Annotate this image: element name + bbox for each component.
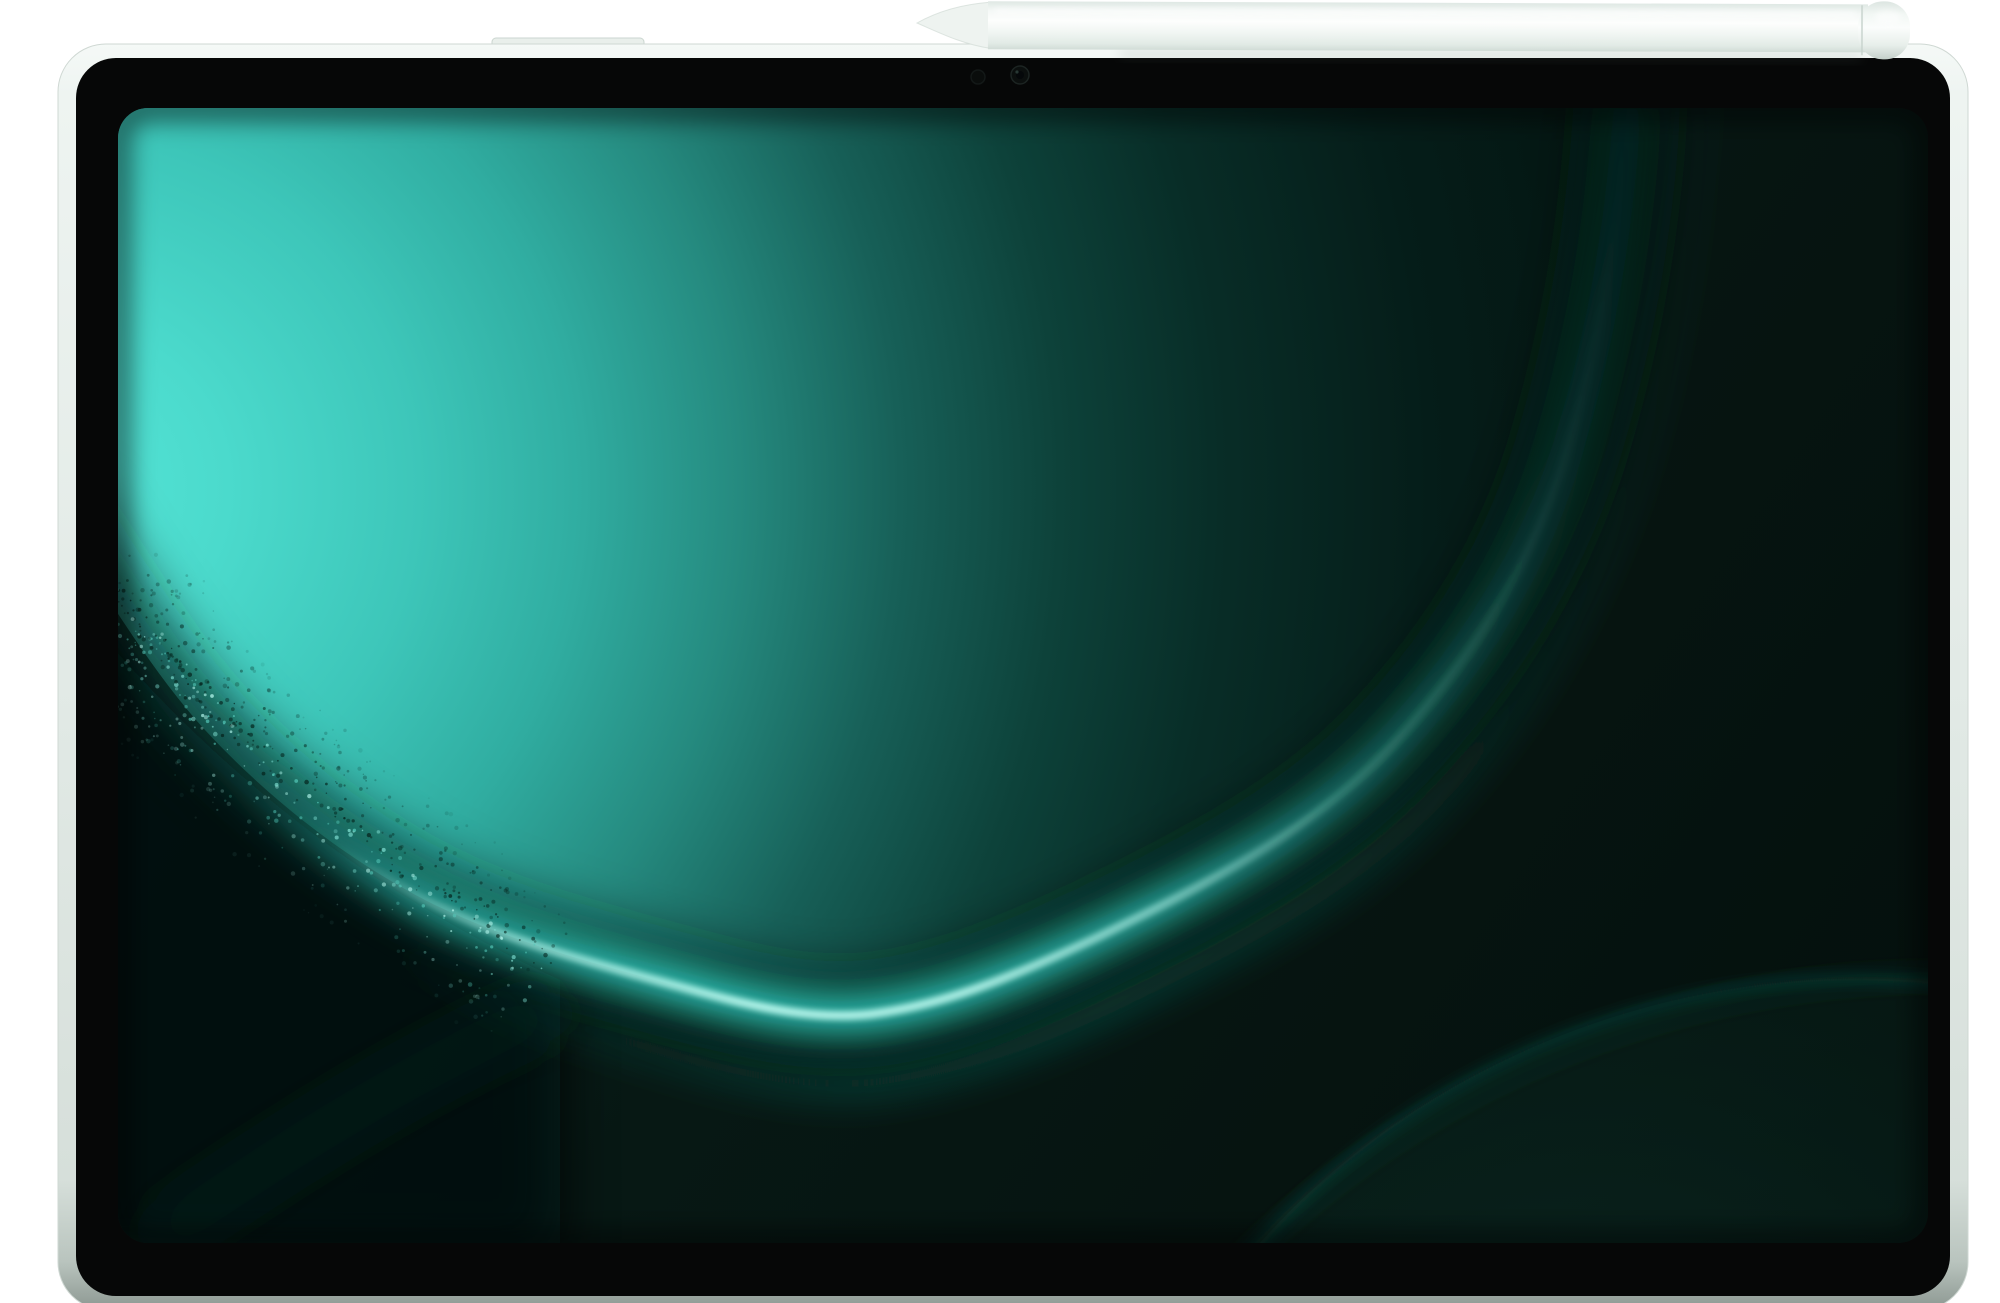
pen-cap: [1858, 1, 1910, 59]
product-photo-stage: [0, 0, 2000, 1303]
light-sensor: [971, 70, 985, 84]
tablet-product-render: [0, 0, 2000, 1303]
pen-cap-highlight: [1875, 10, 1901, 24]
camera-glint: [1015, 70, 1018, 73]
tablet-screen: [40, 60, 2000, 1303]
